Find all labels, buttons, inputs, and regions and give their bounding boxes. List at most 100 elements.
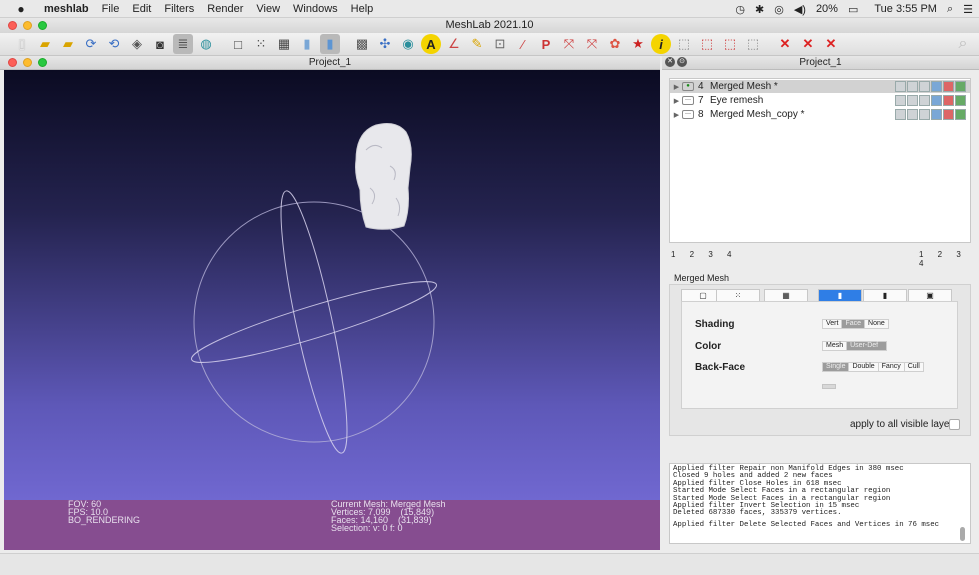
bluetooth-icon[interactable]: ✱ <box>755 3 764 16</box>
float-dock-icon[interactable]: ⊙ <box>677 57 687 67</box>
export-mesh-icon[interactable]: ◈ <box>127 34 147 54</box>
apple-menu-icon[interactable]: ● <box>12 2 30 16</box>
backface-cull-button[interactable]: Cull <box>903 362 924 372</box>
visibility-icon[interactable]: — <box>682 96 694 105</box>
search-icon[interactable]: ⌕ <box>953 34 973 54</box>
trackball-icon[interactable]: ◉ <box>398 34 418 54</box>
control-center-icon[interactable]: ☰ <box>963 3 973 16</box>
raster-pagination-left[interactable]: 1 2 3 4 <box>671 250 737 259</box>
spotlight-icon[interactable]: ⌕ <box>947 3 953 16</box>
bbox-icon[interactable] <box>895 95 906 106</box>
bbox-icon[interactable] <box>895 109 906 120</box>
shading-face-button[interactable]: Face <box>841 319 866 329</box>
menu-help[interactable]: Help <box>351 3 374 15</box>
menu-filters[interactable]: Filters <box>164 3 194 15</box>
new-project-icon[interactable]: ▯ <box>12 34 32 54</box>
delete-faces-vertices-icon[interactable]: ✕ <box>821 34 841 54</box>
brush-icon[interactable]: ∕ <box>513 34 533 54</box>
points-icon[interactable] <box>907 109 918 120</box>
shading-none-button[interactable]: None <box>864 319 889 329</box>
app-menu[interactable]: meshlab <box>44 3 89 15</box>
info-icon[interactable]: i <box>651 34 671 54</box>
raster-layers-icon[interactable]: ◍ <box>196 34 216 54</box>
log-window[interactable]: Applied filter Repair non Manifold Edges… <box>669 463 971 544</box>
select-zbuffer-icon[interactable]: ⬚ <box>743 34 763 54</box>
close-project-button[interactable] <box>8 58 17 67</box>
select-faces-icon[interactable]: ⬚ <box>674 34 694 54</box>
flat-icon[interactable] <box>931 109 942 120</box>
align-icon[interactable]: ⤧ <box>559 34 579 54</box>
points-icon[interactable] <box>907 81 918 92</box>
paint-icon[interactable]: ✎ <box>467 34 487 54</box>
bbox-icon[interactable] <box>895 81 906 92</box>
battery-percent[interactable]: 20% <box>816 3 838 15</box>
texture-icon[interactable] <box>943 95 954 106</box>
backface-double-button[interactable]: Double <box>848 362 879 372</box>
flat-render-icon[interactable]: ▮ <box>320 34 340 54</box>
close-dock-icon[interactable]: ✕ <box>665 57 675 67</box>
texture-icon[interactable] <box>943 109 954 120</box>
points-render-icon[interactable]: ⁙ <box>251 34 271 54</box>
visibility-icon[interactable]: — <box>682 110 694 119</box>
color-userdef-button[interactable]: User-Def <box>846 341 888 351</box>
extra-option-button[interactable] <box>822 384 836 389</box>
reload-icon[interactable]: ⟳ <box>81 34 101 54</box>
vpn-icon[interactable]: ◎ <box>774 3 784 16</box>
select-connected-icon[interactable]: ⬚ <box>697 34 717 54</box>
layer-row[interactable]: ▶ — 8 Merged Mesh_copy * <box>670 108 970 121</box>
expand-icon[interactable]: ▶ <box>672 97 681 105</box>
menu-view[interactable]: View <box>256 3 280 15</box>
texture-paint-icon[interactable]: ✿ <box>605 34 625 54</box>
backface-single-button[interactable]: Single <box>822 362 850 372</box>
parametrize-icon[interactable]: P <box>536 34 556 54</box>
apply-all-checkbox[interactable] <box>949 419 960 430</box>
wire-icon[interactable] <box>919 95 930 106</box>
georef-icon[interactable]: ★ <box>628 34 648 54</box>
wireframe-render-icon[interactable]: ▦ <box>274 34 294 54</box>
visibility-icon[interactable]: ● <box>682 82 694 91</box>
snapshot-icon[interactable]: ◙ <box>150 34 170 54</box>
minimize-project-button[interactable] <box>23 58 32 67</box>
texture-icon[interactable] <box>943 81 954 92</box>
color-icon[interactable] <box>955 95 966 106</box>
backface-fancy-button[interactable]: Fancy <box>877 362 905 372</box>
expand-icon[interactable]: ▶ <box>672 111 681 119</box>
menu-render[interactable]: Render <box>207 3 243 15</box>
points-icon[interactable] <box>907 95 918 106</box>
raster-pagination-right[interactable]: 1 2 3 4 <box>919 250 979 268</box>
time-machine-icon[interactable]: ◷ <box>735 3 745 16</box>
color-icon[interactable] <box>955 81 966 92</box>
layer-row[interactable]: ▶ ● 4 Merged Mesh * <box>670 80 970 93</box>
import-mesh-icon[interactable]: ▰ <box>58 34 78 54</box>
layers-icon[interactable]: ≣ <box>173 34 193 54</box>
flat-icon[interactable] <box>931 81 942 92</box>
battery-icon[interactable]: ▭ <box>848 3 858 16</box>
axis-icon[interactable]: ✣ <box>375 34 395 54</box>
menu-file[interactable]: File <box>102 3 120 15</box>
menu-edit[interactable]: Edit <box>132 3 151 15</box>
volume-icon[interactable]: ◀) <box>794 3 806 16</box>
select-vertices-icon[interactable]: ⤧ <box>582 34 602 54</box>
menu-windows[interactable]: Windows <box>293 3 338 15</box>
color-mesh-button[interactable]: Mesh <box>822 341 848 351</box>
pick-points-icon[interactable]: ⊡ <box>490 34 510 54</box>
measure-icon[interactable]: ∠ <box>444 34 464 54</box>
annotation-icon[interactable]: A <box>421 34 441 54</box>
layer-row[interactable]: ▶ — 7 Eye remesh <box>670 94 970 107</box>
flat-lines-icon[interactable]: ▮ <box>297 34 317 54</box>
3d-viewport[interactable] <box>4 70 660 550</box>
color-icon[interactable] <box>955 109 966 120</box>
select-region-icon[interactable]: ⬚ <box>720 34 740 54</box>
delete-vertices-icon[interactable]: ✕ <box>775 34 795 54</box>
minimize-window-button[interactable] <box>23 21 32 30</box>
wire-icon[interactable] <box>919 109 930 120</box>
log-scrollbar[interactable] <box>960 527 965 541</box>
open-project-icon[interactable]: ▰ <box>35 34 55 54</box>
mesh-model[interactable] <box>4 70 660 550</box>
zoom-window-button[interactable] <box>38 21 47 30</box>
wire-icon[interactable] <box>919 81 930 92</box>
shading-vert-button[interactable]: Vert <box>822 319 843 329</box>
delete-faces-icon[interactable]: ✕ <box>798 34 818 54</box>
zoom-project-button[interactable] <box>38 58 47 67</box>
texture-icon[interactable]: ▩ <box>352 34 372 54</box>
